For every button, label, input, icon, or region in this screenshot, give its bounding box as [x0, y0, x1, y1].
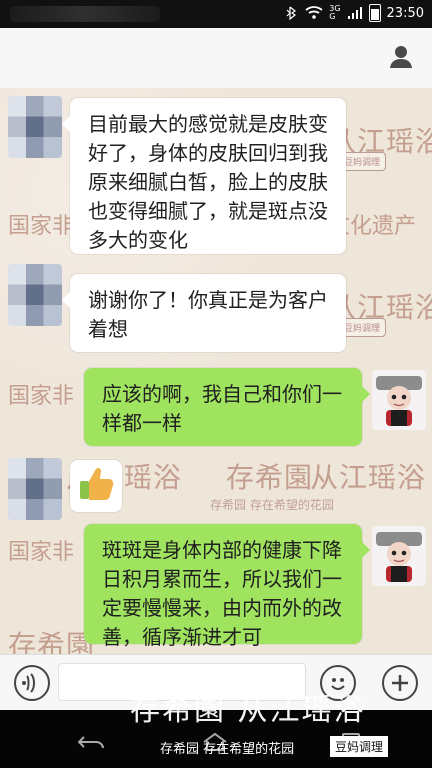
chat-header	[0, 28, 432, 89]
contact-avatar-2[interactable]	[8, 264, 62, 326]
chat-area: 从江瑶浴 豆妈调理 国家非 文化遗产 从江瑶浴 豆妈调理 国家非 从江瑶浴 存希…	[0, 88, 432, 654]
person-icon[interactable]	[388, 44, 414, 70]
contact-avatar-3[interactable]	[8, 458, 62, 520]
self-avatar-cartoon-1[interactable]	[372, 370, 426, 430]
incoming-sticker-thumbs-up[interactable]	[70, 460, 122, 512]
watermark-heritage-left-3: 国家非	[8, 540, 75, 565]
wifi-icon	[305, 6, 323, 19]
bottom-brand-overlay: 存希園 从江瑶浴	[130, 693, 366, 728]
bluetooth-icon	[286, 6, 297, 20]
network-text: G	[329, 12, 336, 21]
cartoon-avatar-icon	[376, 376, 422, 426]
contact-avatar-1[interactable]	[8, 96, 62, 158]
status-bar: 3G G 23:50	[0, 0, 432, 28]
plus-button[interactable]	[382, 665, 418, 701]
incoming-message-2[interactable]: 谢谢你了！你真正是为客户着想	[62, 274, 346, 352]
network-indicator: 3G G	[329, 5, 340, 21]
watermark-heritage-left-2: 国家非	[8, 384, 75, 409]
voice-button[interactable]	[14, 665, 50, 701]
blurred-status-text	[10, 6, 160, 22]
bottom-tagline-overlay: 存希园 存在希望的花园	[160, 742, 295, 757]
incoming-message-1[interactable]: 目前最大的感觉就是皮肤变好了，身体的皮肤回归到我原来细腻白皙，脸上的皮肤也变得细…	[62, 98, 346, 254]
outgoing-message-2[interactable]: 斑斑是身体内部的健康下降日积月累而生，所以我们一定要慢慢来，由内而外的改善，循序…	[84, 524, 370, 649]
signal-bars-icon	[347, 7, 362, 19]
voice-icon	[22, 673, 35, 693]
thumbs-up-icon	[80, 467, 114, 500]
watermark-heritage-left-1: 国家非	[8, 214, 75, 239]
cartoon-avatar-icon	[376, 532, 422, 582]
back-icon[interactable]	[76, 732, 106, 752]
status-icons: 3G G 23:50	[285, 4, 424, 22]
self-avatar-cartoon-2[interactable]	[372, 526, 426, 586]
watermark-brand-mid-right: 从江瑶浴	[310, 461, 427, 494]
outgoing-message-1[interactable]: 应该的啊，我自己和你们一样都一样	[84, 368, 370, 446]
watermark-brand-stylized-mid: 存希園	[226, 461, 314, 494]
bottom-tag-overlay: 豆妈调理	[330, 736, 389, 757]
plus-icon	[392, 675, 408, 691]
watermark-slogan-mid: 存希园 存在希望的花园	[210, 498, 334, 512]
clock: 23:50	[386, 5, 424, 21]
battery-icon	[368, 4, 381, 22]
watermark-brand-stylized-bottom: 存希園	[8, 629, 96, 654]
